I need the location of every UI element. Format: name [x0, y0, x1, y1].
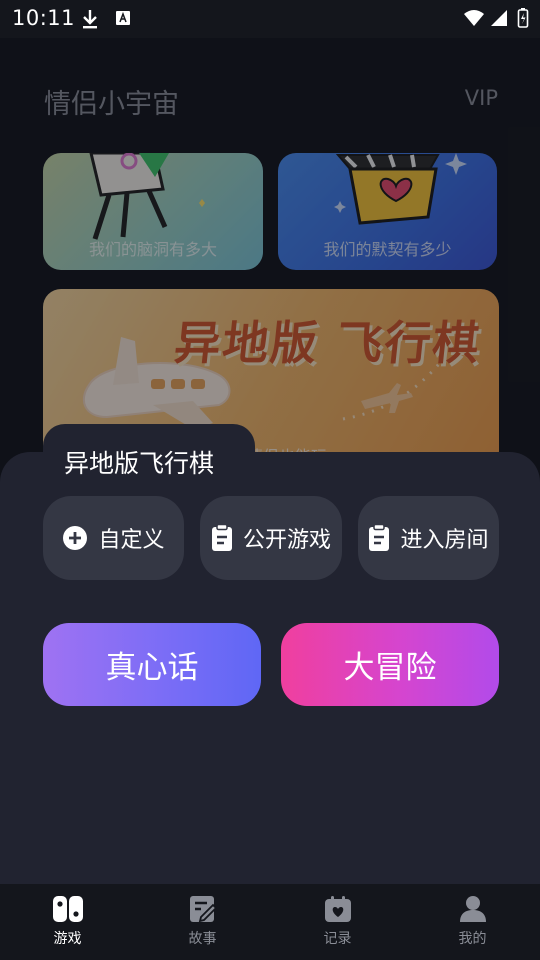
nav-item-records[interactable]: 记录 [270, 884, 405, 960]
enter-room-button[interactable]: 进入房间 [358, 496, 499, 580]
clipboard-icon [211, 524, 232, 551]
public-game-button-label: 公开游戏 [242, 528, 331, 553]
keyboard-a-icon [116, 11, 130, 25]
custom-button-label: 自定义 [98, 528, 165, 553]
clipboard-icon [369, 524, 390, 551]
user-icon [459, 896, 486, 922]
custom-button[interactable]: 自定义 [43, 496, 184, 580]
signal-icon [491, 10, 507, 26]
sheet-title: 异地版飞行棋 [64, 449, 215, 478]
nav-label-games: 游戏 [53, 931, 82, 947]
truth-button[interactable]: 真心话 [43, 623, 261, 706]
status-bar: 10:11 [0, 0, 540, 38]
nav-label-records: 记录 [323, 931, 352, 947]
nav-item-stories[interactable]: 故事 [135, 884, 270, 960]
nav-item-games[interactable]: 游戏 [0, 884, 135, 960]
download-icon [83, 10, 97, 29]
plus-circle-icon [63, 526, 88, 550]
bottom-nav: 游戏 故事 记录 我的 [0, 884, 540, 960]
edit-note-icon [189, 896, 217, 923]
nav-item-mine[interactable]: 我的 [405, 884, 540, 960]
dare-button[interactable]: 大冒险 [281, 623, 499, 706]
nav-label-mine: 我的 [458, 931, 487, 947]
calendar-heart-icon [324, 896, 351, 922]
public-game-button[interactable]: 公开游戏 [200, 496, 342, 580]
wifi-icon [464, 10, 484, 26]
battery-icon [517, 8, 529, 28]
status-time: 10:11 [12, 6, 76, 30]
game-controller-icon [52, 896, 83, 922]
enter-room-button-label: 进入房间 [400, 528, 489, 553]
nav-label-stories: 故事 [188, 931, 217, 947]
